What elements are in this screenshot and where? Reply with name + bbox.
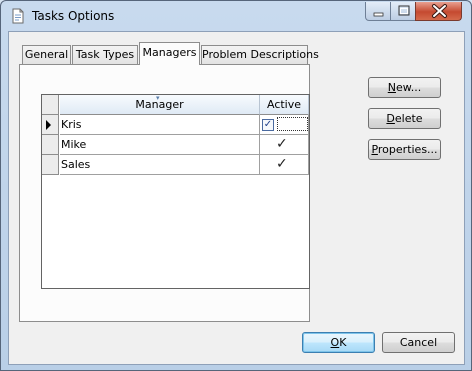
manager-cell[interactable]: Mike [60, 135, 260, 155]
dialog-client-area: General Task Types Managers Problem Desc… [8, 31, 465, 365]
tab-label: Managers [142, 46, 197, 59]
table-row[interactable]: Kris ✓ [42, 115, 309, 135]
tasks-options-window: Tasks Options General Task Types Manager… [0, 0, 472, 371]
column-header-label: Active [266, 98, 302, 111]
close-button[interactable] [415, 2, 462, 21]
column-header-active[interactable]: Active [260, 95, 309, 115]
delete-button-label: elete [394, 112, 423, 125]
delete-button-mnemonic: D [386, 112, 395, 125]
close-icon [432, 4, 447, 18]
checkmark-icon: ✓ [276, 156, 288, 172]
ok-button[interactable]: OK [302, 332, 375, 353]
tab-label: Task Types [75, 48, 135, 61]
active-cell[interactable]: ✓ [260, 115, 309, 135]
managers-grid[interactable]: ▾ Manager Active Kris ✓ Mike ✓ Sales ✓ [41, 94, 310, 289]
current-row-arrow-icon [46, 120, 51, 130]
tab-managers[interactable]: Managers [139, 42, 200, 65]
maximize-icon [398, 5, 410, 16]
header-row-selector[interactable] [42, 95, 59, 115]
tab-problem-descriptions[interactable]: Problem Descriptions [201, 45, 319, 64]
checkmark-icon: ✓ [276, 136, 288, 152]
row-selector[interactable] [42, 115, 59, 135]
ok-button-mnemonic: O [330, 336, 340, 349]
maximize-button[interactable] [390, 2, 416, 21]
active-cell[interactable]: ✓ [260, 155, 309, 175]
table-row[interactable]: Sales ✓ [42, 155, 309, 175]
properties-button-label: roperties... [377, 143, 438, 156]
manager-name: Sales [61, 158, 91, 171]
new-button-label: ew... [395, 81, 422, 94]
title-bar[interactable]: Tasks Options [1, 1, 471, 31]
tab-task-types[interactable]: Task Types [72, 45, 138, 64]
window-title: Tasks Options [32, 9, 115, 23]
cancel-button-label: Cancel [399, 336, 438, 349]
minimize-icon [373, 12, 384, 17]
properties-button[interactable]: Properties... [368, 139, 441, 160]
manager-cell[interactable]: Sales [60, 155, 260, 175]
row-selector[interactable] [42, 155, 59, 175]
minimize-button[interactable] [365, 2, 391, 21]
delete-button[interactable]: Delete [368, 108, 441, 129]
new-button-mnemonic: N [387, 81, 396, 94]
new-button[interactable]: New... [368, 77, 441, 98]
cancel-button[interactable]: Cancel [382, 332, 455, 353]
column-header-manager[interactable]: ▾ Manager [60, 94, 260, 115]
active-checkbox[interactable]: ✓ [262, 119, 274, 131]
tab-label: Problem Descriptions [202, 48, 319, 61]
sort-indicator-icon: ▾ [156, 94, 160, 102]
tab-label: General [24, 48, 69, 61]
table-row[interactable]: Mike ✓ [42, 135, 309, 155]
ok-button-label: K [339, 336, 347, 349]
active-cell[interactable]: ✓ [260, 135, 309, 155]
manager-name: Kris [61, 118, 82, 131]
manager-name: Mike [61, 138, 87, 151]
document-icon [12, 8, 24, 24]
row-selector[interactable] [42, 135, 59, 155]
tab-general[interactable]: General [22, 45, 71, 64]
manager-cell[interactable]: Kris [60, 115, 260, 135]
grid-header: ▾ Manager Active [42, 94, 309, 115]
cell-edit-box[interactable] [277, 117, 308, 131]
